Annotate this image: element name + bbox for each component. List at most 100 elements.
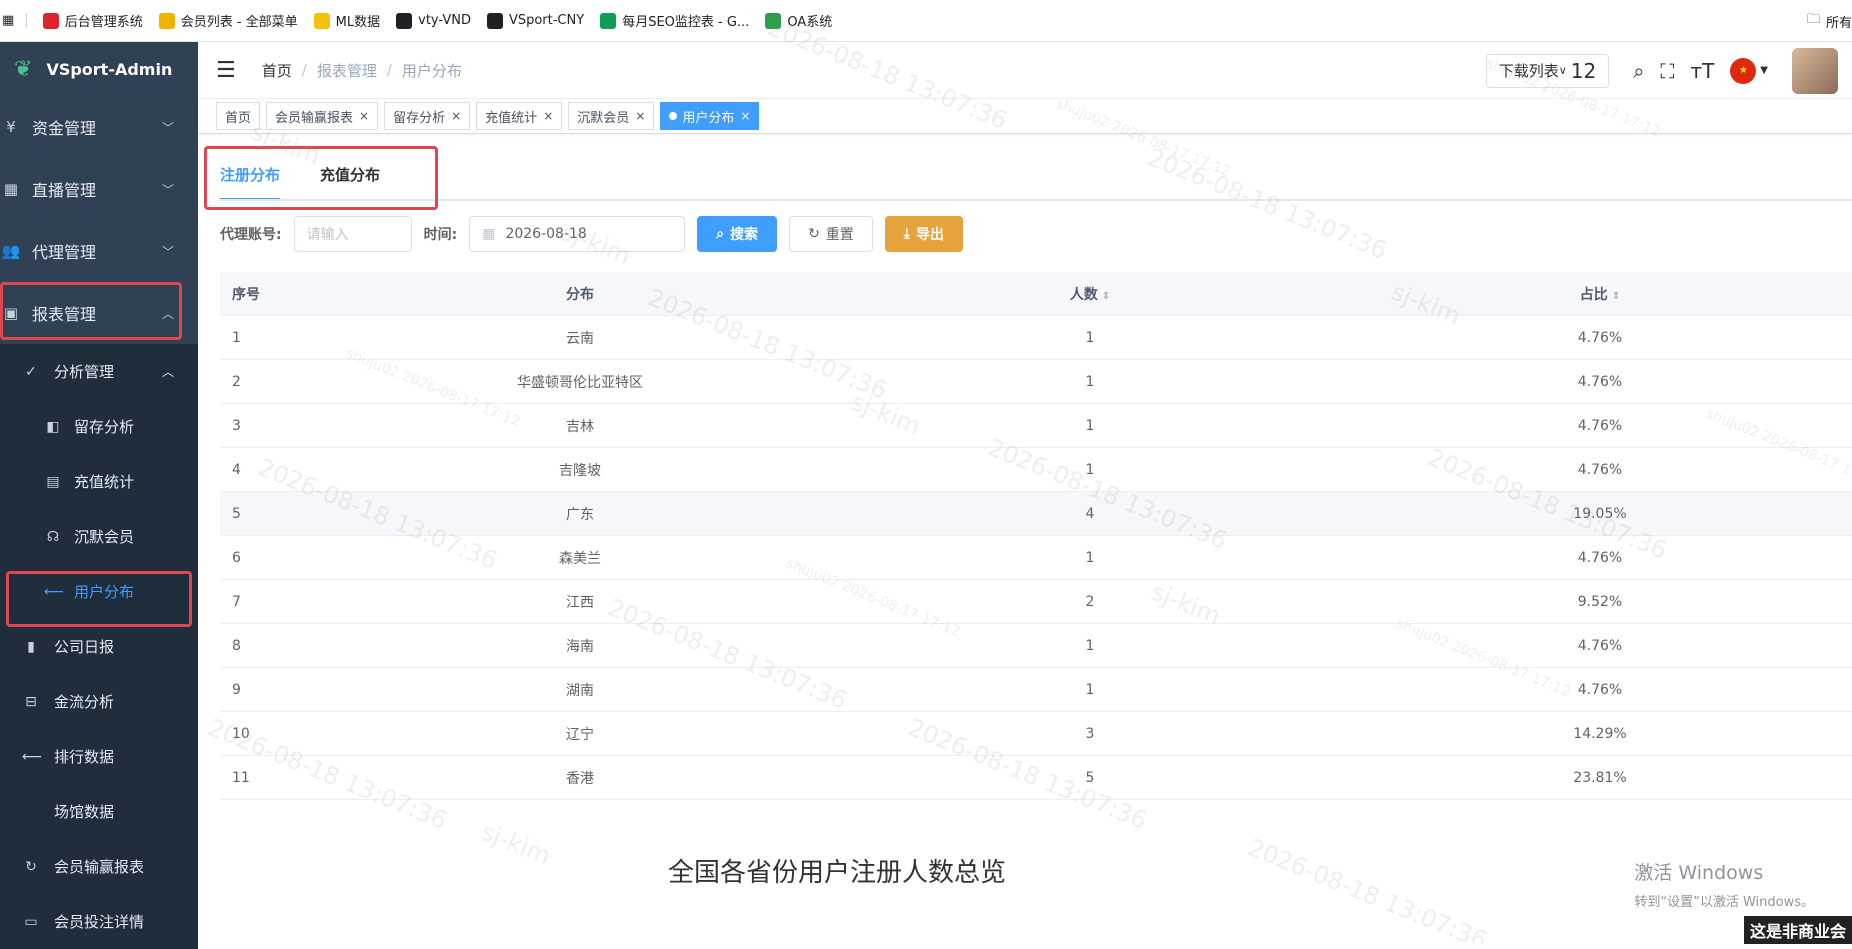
hamburger-icon[interactable]: ☰ (216, 58, 236, 83)
close-icon[interactable]: × (359, 109, 369, 123)
sidebar-item-menu-0[interactable]: ¥ 资金管理 ﹀ (0, 96, 198, 158)
tag-item[interactable]: 首页 (216, 102, 261, 130)
tag-item[interactable]: 留存分析 × (384, 102, 471, 130)
chevron-up-icon: ︿ (161, 306, 174, 321)
table-row[interactable]: 8 海南 1 4.76% (220, 624, 1852, 668)
download-list-select[interactable]: 下载列表 ∨ 12 (1485, 53, 1610, 88)
table-row[interactable]: 2 华盛顿哥伦比亚特区 1 4.76% (220, 360, 1852, 404)
sidebar-item-label: 分析管理 (54, 363, 115, 381)
sidebar-other-5[interactable]: ▭ 会员投注详情 (0, 894, 198, 949)
breadcrumb-report[interactable]: 报表管理 (317, 60, 377, 81)
logo-leaf-icon: ❦ (14, 56, 33, 82)
download-list-label: 下载列表 (1498, 62, 1559, 80)
sidebar-other-1[interactable]: ⊟ 金流分析 (0, 674, 198, 729)
bookmark-item[interactable]: 每月SEO监控表 - G... (600, 11, 749, 30)
logo[interactable]: ❦ VSport-Admin (0, 42, 198, 96)
close-icon[interactable]: × (635, 109, 645, 123)
sidebar-item-label: 资金管理 (32, 119, 97, 138)
close-icon[interactable]: × (543, 109, 553, 123)
bookmark-icon (765, 12, 782, 29)
bookmark-item[interactable]: 会员列表 - 全部菜单 (158, 11, 298, 30)
table-row[interactable]: 9 湖南 1 4.76% (220, 668, 1852, 712)
all-bookmarks[interactable]: 🗀 所有 (1807, 0, 1852, 42)
sidebar-other-4[interactable]: ↻ 会员输赢报表 (0, 839, 198, 894)
bookmark-item[interactable]: 后台管理系统 (42, 11, 143, 30)
header-index: 序号 (232, 286, 260, 303)
table-cell: 4 (1085, 505, 1095, 522)
bookmark-label: vty-VND (418, 13, 471, 28)
tabs-divider (220, 199, 1852, 201)
chevron-down-icon: ﹀ (161, 244, 174, 259)
header-count[interactable]: 人数 ⇕ (780, 284, 1400, 304)
chevron-down-icon: ﹀ (161, 182, 174, 197)
tab-recharge-distribution[interactable]: 充值分布 (320, 164, 380, 200)
table-row[interactable]: 7 江西 2 9.52% (220, 580, 1852, 624)
tab-register-distribution[interactable]: 注册分布 (220, 164, 281, 200)
bookmark-icon (313, 12, 330, 29)
bookmark-item[interactable]: vty-VND (396, 12, 471, 29)
bookmark-item[interactable]: ML数据 (313, 11, 381, 30)
sidebar-item-analysis[interactable]: ✓ 分析管理 ︿ (0, 344, 198, 399)
sidebar-subitem-3[interactable]: ⟵ 用户分布 (0, 564, 198, 619)
table-cell: 吉林 (566, 418, 594, 435)
bookmark-item[interactable]: OA系统 (765, 11, 832, 30)
tag-item[interactable]: 用户分布 × (660, 102, 760, 130)
bookmarks-bar: ▦ | 后台管理系统 会员列表 - 全部菜单 ML数据 vty-VND VSport-C… (0, 0, 1852, 42)
table-row[interactable]: 10 辽宁 3 14.29% (220, 712, 1852, 756)
search-icon[interactable]: ⌕ (1633, 59, 1644, 83)
close-icon[interactable]: × (740, 109, 750, 123)
table-cell: 1 (1085, 637, 1095, 654)
sidebar-item-menu-3[interactable]: ▣ 报表管理 ︿ (0, 282, 198, 344)
sidebar-subitem-1[interactable]: ▤ 充值统计 (0, 454, 198, 509)
table-row[interactable]: 6 森美兰 1 4.76% (220, 536, 1852, 580)
table-row[interactable]: 11 香港 5 23.81% (220, 756, 1852, 800)
table-row[interactable]: 4 吉隆坡 1 4.76% (220, 448, 1852, 492)
tag-item[interactable]: 会员输赢报表 × (266, 102, 379, 130)
tag-label: 用户分布 (682, 110, 735, 126)
bookmark-item[interactable]: VSport-CNY (486, 12, 584, 29)
date-picker[interactable]: ▦ 2026-08-18 (469, 216, 686, 252)
search-button-label: 搜索 (730, 227, 759, 243)
font-size-icon[interactable]: ᴛT (1690, 59, 1714, 83)
agent-label: 代理账号: (220, 227, 282, 243)
table-cell: 香港 (566, 770, 594, 787)
navbar: ☰ 首页 / 报表管理 / 用户分布 下载列表 ∨ 12 ⌕ ⛶ ᴛT ★ ▼ (198, 42, 1852, 99)
table-row[interactable]: 1 云南 1 4.76% (220, 316, 1852, 360)
tag-label: 留存分析 (393, 110, 446, 126)
table-row[interactable]: 5 广东 4 19.05% (220, 492, 1852, 536)
sidebar-item-menu-2[interactable]: 👥 代理管理 ﹀ (0, 220, 198, 282)
table-cell: 1 (232, 329, 241, 346)
search-button[interactable]: ⌕ 搜索 (697, 216, 778, 252)
agent-input[interactable]: 请输入 (293, 216, 412, 252)
fullscreen-icon[interactable]: ⛶ (1660, 59, 1674, 83)
language-dropdown-icon[interactable]: ▼ (1760, 65, 1768, 76)
china-flag-icon[interactable]: ★ (1730, 57, 1757, 84)
sidebar-other-2[interactable]: ⟵ 排行数据 (0, 729, 198, 784)
sort-icon[interactable]: ⇕ (1612, 291, 1620, 302)
sidebar-other-3[interactable]: 场馆数据 (0, 784, 198, 839)
table-cell: 华盛顿哥伦比亚特区 (517, 374, 643, 391)
apps-icon[interactable]: ▦ (2, 13, 14, 28)
sidebar-item-menu-1[interactable]: ▦ 直播管理 ﹀ (0, 158, 198, 220)
breadcrumb-home[interactable]: 首页 (262, 60, 292, 81)
tag-item[interactable]: 沉默会员 × (568, 102, 655, 130)
header-ratio[interactable]: 占比 ⇕ (1400, 284, 1800, 304)
close-icon[interactable]: × (451, 109, 461, 123)
table-cell: 10 (232, 725, 250, 742)
reset-button[interactable]: ↻ 重置 (789, 216, 873, 252)
table-row[interactable]: 3 吉林 1 4.76% (220, 404, 1852, 448)
sidebar-subitem-2[interactable]: ☊ 沉默会员 (0, 509, 198, 564)
map-title: 全国各省份用户注册人数总览 (667, 858, 1006, 888)
export-button[interactable]: ⤓ 导出 (884, 216, 963, 252)
table-cell: 4.76% (1577, 373, 1623, 390)
sidebar-other-0[interactable]: ▮ 公司日报 (0, 619, 198, 674)
sidebar-item-label: 排行数据 (54, 748, 115, 766)
bookmark-label: ML数据 (335, 15, 381, 30)
sidebar-item-label: 报表管理 (32, 305, 97, 324)
sidebar-subitem-0[interactable]: ◧ 留存分析 (0, 399, 198, 454)
sort-icon[interactable]: ⇕ (1102, 291, 1110, 302)
reset-button-label: 重置 (825, 227, 854, 243)
table-cell: 1 (1085, 549, 1095, 566)
avatar[interactable] (1792, 47, 1838, 94)
tag-item[interactable]: 充值统计 × (476, 102, 563, 130)
